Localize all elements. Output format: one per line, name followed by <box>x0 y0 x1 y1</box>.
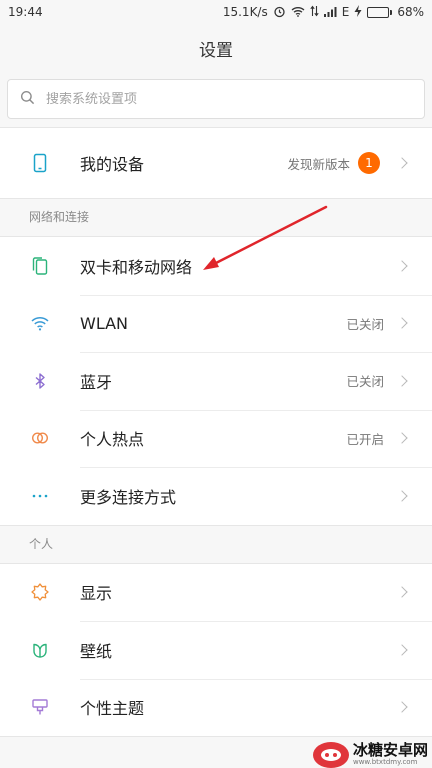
chevron-right-icon <box>396 701 408 713</box>
my-device-row[interactable]: 我的设备 发现新版本 1 <box>0 128 432 198</box>
settings-item-more-connections[interactable]: 更多连接方式 <box>0 467 432 525</box>
item-label: 个人热点 <box>80 430 145 450</box>
alarm-icon <box>273 5 286 20</box>
section-personal-title: 个人 <box>29 536 54 551</box>
status-icons: 15.1K/s E 68% <box>223 5 424 20</box>
settings-item-bluetooth[interactable]: 蓝牙 已关闭 <box>0 352 432 410</box>
status-time: 19:44 <box>8 5 43 19</box>
sim-card-icon <box>0 256 80 276</box>
page-title: 设置 <box>199 40 233 61</box>
chevron-right-icon <box>396 586 408 598</box>
network-type: E <box>341 5 350 19</box>
more-dots-icon <box>0 486 80 506</box>
data-arrows-icon <box>310 5 319 19</box>
battery-icon <box>367 6 393 18</box>
item-label: 壁纸 <box>80 641 113 661</box>
watermark-logo-icon <box>312 742 349 768</box>
watermark-url: www.btxtdmy.com <box>352 758 418 767</box>
update-badge: 1 <box>358 152 380 174</box>
chevron-right-icon <box>396 260 408 272</box>
watermark-title: 冰糖安卓网 <box>352 741 428 760</box>
settings-item-theme[interactable]: 个性主题 <box>0 678 432 737</box>
item-label: 蓝牙 <box>80 372 113 392</box>
chevron-right-icon <box>396 157 408 169</box>
charging-icon <box>354 5 362 19</box>
item-label: 个性主题 <box>80 699 145 719</box>
hotspot-status: 已开启 <box>346 431 384 447</box>
display-sun-icon <box>0 582 80 602</box>
battery-percent: 68% <box>397 5 424 19</box>
wifi-icon <box>0 313 80 333</box>
section-network-title: 网络和连接 <box>29 210 90 224</box>
my-device-card: 我的设备 发现新版本 1 <box>0 127 432 199</box>
item-label: 双卡和移动网络 <box>80 257 193 277</box>
settings-item-display[interactable]: 显示 <box>0 564 432 622</box>
bluetooth-icon <box>0 371 80 391</box>
phone-icon <box>0 153 80 173</box>
search-icon <box>20 90 35 109</box>
item-label: 更多连接方式 <box>80 487 177 507</box>
status-bar: 19:44 15.1K/s E 68% <box>0 0 432 24</box>
settings-item-hotspot[interactable]: 个人热点 已开启 <box>0 409 432 468</box>
watermark: 冰糖安卓网 www.btxtdmy.com <box>312 741 428 768</box>
network-list: 双卡和移动网络 WLAN 已关闭 蓝牙 已关闭 个人热点 已开启 更多连接方式 <box>0 236 432 526</box>
network-speed: 15.1K/s <box>222 5 268 19</box>
chevron-right-icon <box>396 490 408 502</box>
my-device-label: 我的设备 <box>80 155 145 174</box>
search-box[interactable] <box>7 79 425 119</box>
new-version-text: 发现新版本 <box>287 156 350 172</box>
item-label: WLAN <box>80 313 129 333</box>
bluetooth-status: 已关闭 <box>346 374 384 390</box>
item-label: 显示 <box>80 584 113 604</box>
wallpaper-icon <box>0 640 80 660</box>
chevron-right-icon <box>396 375 408 387</box>
chevron-right-icon <box>396 644 408 656</box>
personal-list: 显示 壁纸 个性主题 <box>0 562 432 737</box>
theme-brush-icon <box>0 697 80 717</box>
wifi-status-icon <box>291 6 305 19</box>
wlan-status: 已关闭 <box>346 316 384 332</box>
chevron-right-icon <box>396 432 408 444</box>
chevron-right-icon <box>396 317 408 329</box>
settings-item-wallpaper[interactable]: 壁纸 <box>0 621 432 679</box>
settings-item-wlan[interactable]: WLAN 已关闭 <box>0 294 432 353</box>
settings-item-dual-sim[interactable]: 双卡和移动网络 <box>0 237 432 295</box>
signal-icon <box>323 6 337 19</box>
hotspot-icon <box>0 428 80 448</box>
search-input[interactable] <box>46 91 346 107</box>
